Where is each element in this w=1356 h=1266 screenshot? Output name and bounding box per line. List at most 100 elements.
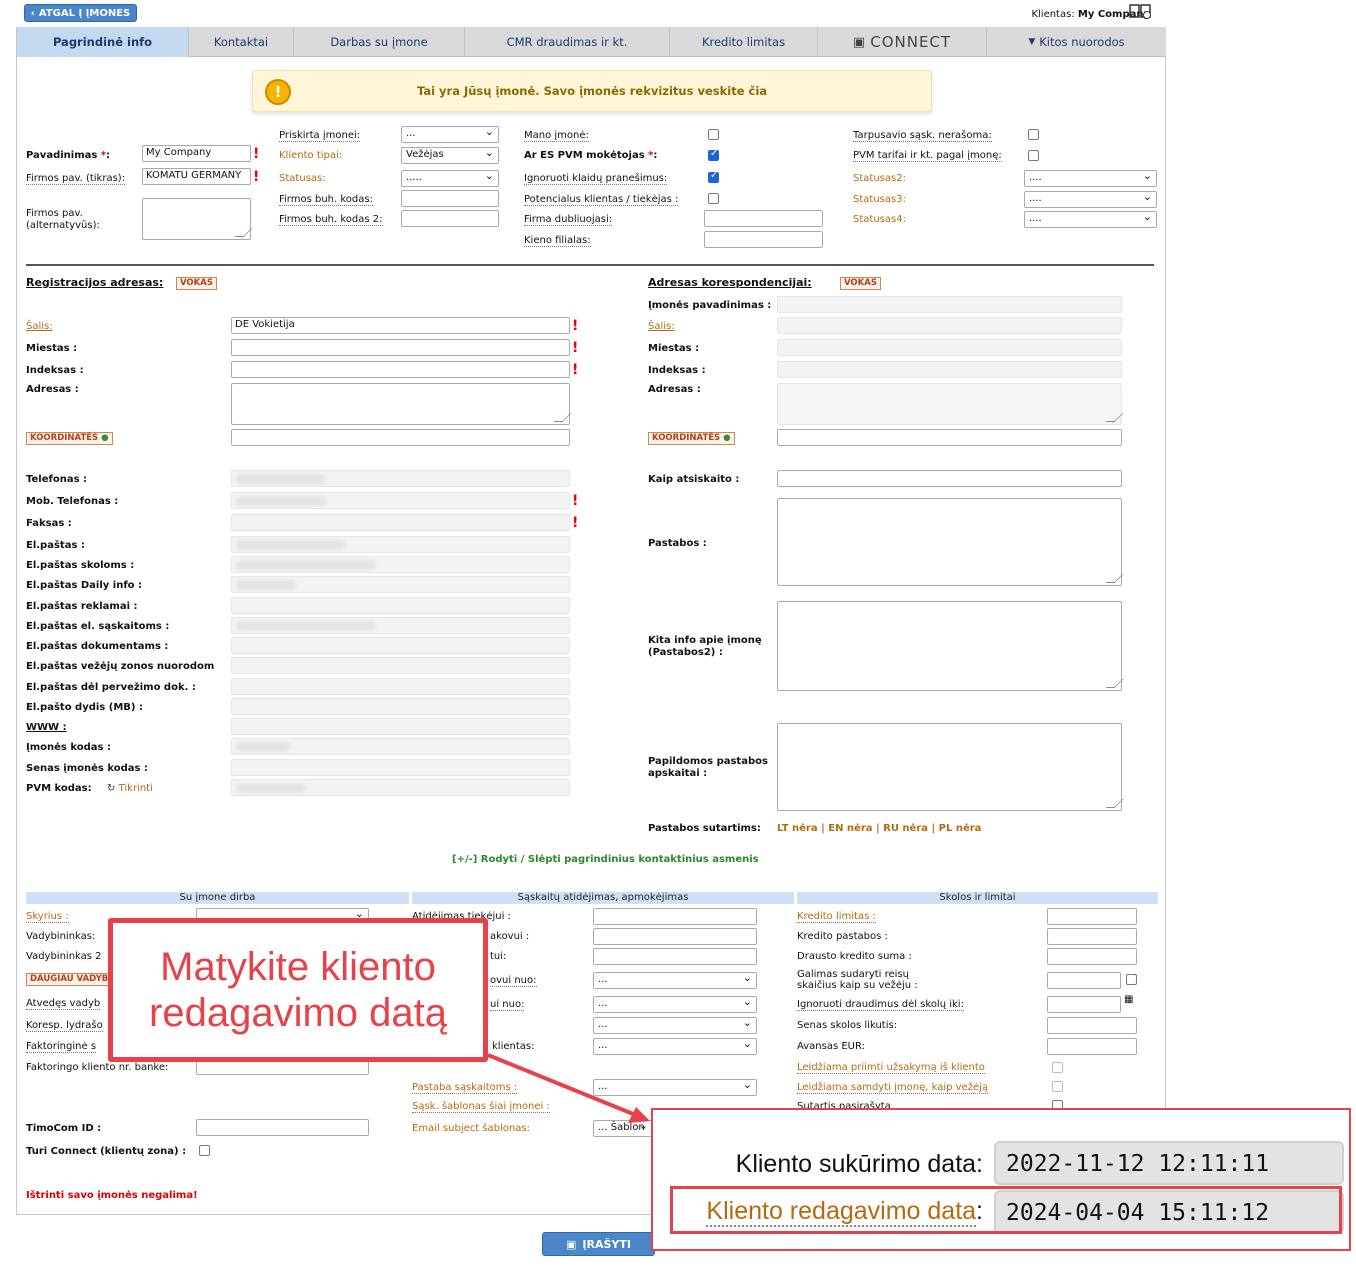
reg-index-input[interactable]: [231, 361, 570, 378]
potential-client-checkbox[interactable]: [708, 193, 719, 204]
has-connect-checkbox[interactable]: [199, 1145, 210, 1156]
contract-en-link[interactable]: EN nėra: [828, 823, 872, 834]
client-types-select[interactable]: Vežėjas: [401, 147, 499, 164]
reg-city-input[interactable]: [231, 339, 570, 356]
ignore-errors-checkbox[interactable]: [708, 170, 719, 183]
email-subject-select[interactable]: ... Šablon: [593, 1120, 653, 1137]
email-docs-input[interactable]: [231, 637, 570, 654]
ignore-insurance-date-input[interactable]: [1047, 996, 1121, 1013]
deferral-select3[interactable]: ...: [593, 1017, 757, 1034]
redacted-value: [236, 621, 376, 631]
divider: [26, 264, 1154, 266]
corr-coordinates-input[interactable]: [777, 429, 1122, 446]
buyer-deferral-input[interactable]: [593, 928, 757, 945]
section-invoice-deferral: Sąskaitų atidėjimas, apmokėjimas: [412, 892, 794, 904]
timocom-input[interactable]: [196, 1119, 369, 1136]
email-carrier-input[interactable]: [231, 657, 570, 674]
tab-other-links[interactable]: ▼ Kitos nuorodos: [987, 27, 1166, 57]
tab-cmr-insurance[interactable]: CMR draudimas ir kt.: [465, 27, 670, 57]
vat-check-link[interactable]: ↻ Tikrinti: [107, 783, 153, 794]
contract-pl-link[interactable]: PL nėra: [939, 823, 982, 834]
possible-trips-checkbox[interactable]: [1126, 974, 1137, 985]
reg-address-title: Registracijos adresas:: [26, 276, 164, 289]
vat-rates-checkbox[interactable]: [1028, 150, 1039, 161]
alt-name-textarea[interactable]: [142, 198, 251, 240]
email-transport-docs-input[interactable]: [231, 678, 570, 695]
old-debt-input[interactable]: [1047, 1017, 1137, 1034]
client-types-label: Kliento tipai:: [279, 150, 343, 161]
corr-envelope-button[interactable]: VOKAS: [840, 277, 881, 290]
allow-carrier-checkbox[interactable]: [1052, 1081, 1063, 1092]
corr-coordinates-button[interactable]: KOORDINATĖS ●: [648, 432, 735, 445]
reg-coordinates-input[interactable]: [231, 429, 570, 446]
tab-main-info[interactable]: Pagrindinė info: [17, 27, 189, 57]
book-view-icon[interactable]: [1128, 2, 1152, 20]
old-company-code-input[interactable]: [231, 759, 570, 776]
client-select[interactable]: ...: [593, 1038, 757, 1055]
corr-city-input[interactable]: [777, 339, 1122, 356]
advance-input[interactable]: [1047, 1038, 1137, 1055]
has-connect-label: Turi Connect (klientų zona) :: [26, 1146, 187, 1157]
branch-input[interactable]: [704, 231, 823, 248]
tab-contacts[interactable]: Kontaktai: [189, 27, 294, 57]
corr-index-input[interactable]: [777, 361, 1122, 378]
email-size-input[interactable]: [231, 698, 570, 715]
reg-country-input[interactable]: DE Vokietija: [231, 317, 570, 334]
deferral-from1-select[interactable]: ...: [593, 972, 757, 989]
status2-select[interactable]: ....: [1024, 170, 1157, 187]
status4-select[interactable]: ....: [1024, 211, 1157, 228]
acc-code2-input[interactable]: [401, 210, 499, 227]
www-input[interactable]: [231, 718, 570, 735]
department-label: Skyrius :: [26, 911, 69, 923]
possible-trips-input[interactable]: [1047, 972, 1121, 989]
calendar-icon[interactable]: ▦: [1124, 994, 1133, 1005]
duplicate-input[interactable]: [704, 210, 823, 227]
other-info-label: Kita info apie įmonę (Pastabos2) :: [648, 635, 762, 658]
real-name-input[interactable]: KOMATU GERMANY: [142, 168, 251, 185]
my-company-checkbox[interactable]: [708, 129, 719, 140]
invoice-note-select[interactable]: ...: [593, 1079, 757, 1096]
tab-credit-limit[interactable]: Kredito limitas: [670, 27, 818, 57]
referred-manager-label: Atvedęs vadyb: [26, 998, 101, 1010]
name-input[interactable]: My Company: [142, 145, 251, 162]
accounting-notes-textarea[interactable]: [777, 723, 1122, 811]
tab-connect[interactable]: ▣ CONNECT: [818, 27, 987, 57]
supplier-deferral-input[interactable]: [593, 908, 757, 925]
status-select[interactable]: .....: [401, 170, 499, 187]
fax-input[interactable]: [231, 514, 570, 531]
credit-notes-input[interactable]: [1047, 928, 1137, 945]
corr-company-name-input[interactable]: [777, 296, 1122, 313]
tab-work-with-company[interactable]: Darbas su įmone: [294, 27, 465, 57]
insured-credit-input[interactable]: [1047, 948, 1137, 965]
status3-select[interactable]: ....: [1024, 191, 1157, 208]
email-ads-input[interactable]: [231, 597, 570, 614]
deferral3-input[interactable]: [593, 948, 757, 965]
reg-coordinates-button[interactable]: KOORDINATĖS ●: [26, 432, 113, 445]
reg-address-textarea[interactable]: [231, 383, 570, 425]
back-to-companies-button[interactable]: ‹ ATGAL Į ĮMONES: [24, 4, 137, 22]
mutual-invoice-checkbox[interactable]: [1028, 129, 1039, 140]
more-managers-button[interactable]: DAUGIAU VADYB: [26, 973, 113, 986]
payment-behaviour-input[interactable]: [777, 470, 1122, 487]
assigned-select[interactable]: ...: [401, 126, 499, 143]
eu-vat-checkbox[interactable]: [708, 148, 719, 161]
save-button[interactable]: ▣ ĮRAŠYTI: [542, 1232, 655, 1256]
reg-city-label: Miestas :: [26, 343, 78, 354]
contract-lt-link[interactable]: LT nėra: [777, 823, 818, 834]
email-label: El.paštas :: [26, 540, 85, 551]
reg-envelope-button[interactable]: VOKAS: [176, 277, 217, 290]
contract-ru-link[interactable]: RU nėra: [883, 823, 928, 834]
my-company-label: Mano įmonė:: [524, 130, 589, 142]
corr-country-input[interactable]: [777, 317, 1122, 334]
deferral-from2-select[interactable]: ...: [593, 996, 757, 1013]
credit-limit-input[interactable]: [1047, 908, 1137, 925]
allow-orders-checkbox[interactable]: [1052, 1062, 1063, 1073]
acc-code-input[interactable]: [401, 190, 499, 207]
deferral-from1-label: ovui nuo:: [490, 975, 537, 987]
required-icon: !: [572, 340, 579, 356]
notes-textarea[interactable]: [777, 498, 1122, 586]
corr-address-textarea[interactable]: [777, 383, 1122, 425]
toggle-contacts-link[interactable]: [+/-] Rodyti / Slėpti pagrindinius konta…: [452, 854, 759, 865]
other-info-textarea[interactable]: [777, 601, 1122, 691]
email-subject-label: Email subject šablonas:: [412, 1123, 530, 1134]
